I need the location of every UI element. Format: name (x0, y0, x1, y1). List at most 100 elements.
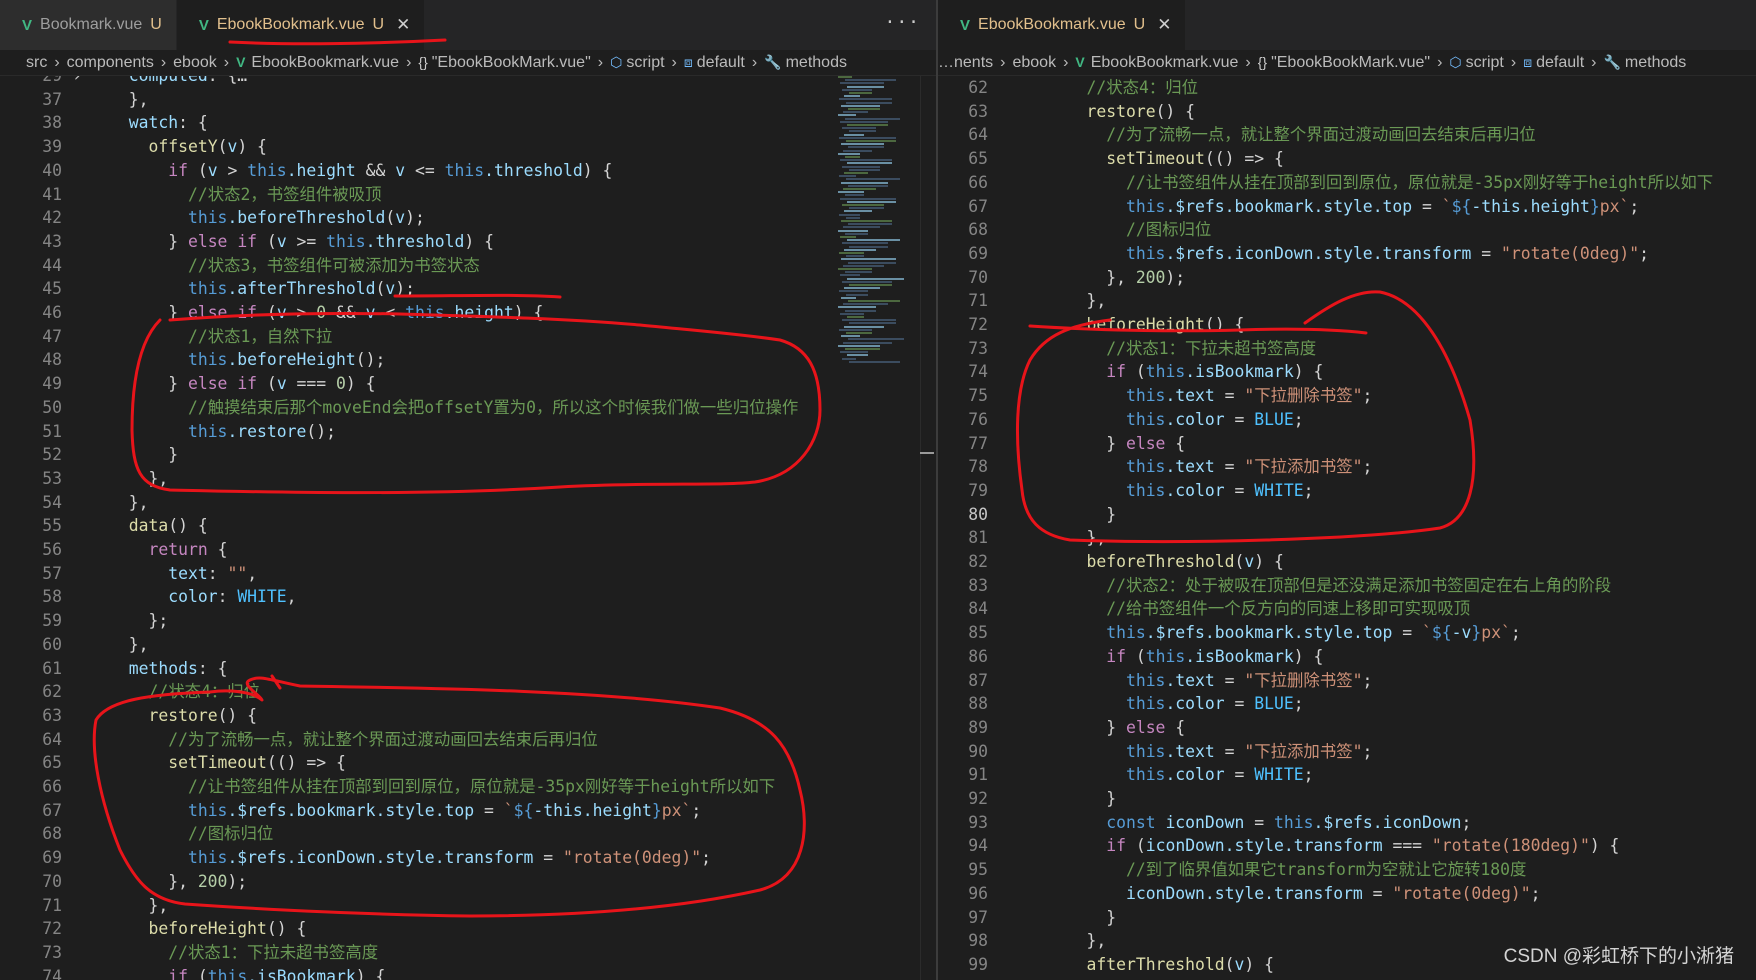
code-line[interactable]: 48 this.beforeHeight(); (0, 348, 385, 372)
code-line[interactable]: 94 if (iconDown.style.transform === "rot… (938, 834, 1619, 858)
code-line[interactable]: 62 //状态4：归位 (938, 76, 1198, 100)
code-line[interactable]: 73 //状态1：下拉未超书签高度 (0, 941, 378, 965)
code-line[interactable]: 78 this.text = "下拉添加书签"; (938, 455, 1372, 479)
code-line[interactable]: 90 this.text = "下拉添加书签"; (938, 740, 1372, 764)
breadcrumb-item[interactable]: components (67, 54, 154, 72)
code-line[interactable]: 67 this.$refs.bookmark.style.top = `${-t… (0, 799, 701, 823)
code-line[interactable]: 91 this.color = WHITE; (938, 763, 1313, 787)
code-line[interactable]: 70 }, 200); (0, 870, 247, 894)
code-line[interactable]: 79 this.color = WHITE; (938, 479, 1313, 503)
code-line[interactable]: 71 }, (0, 894, 168, 918)
code-line[interactable]: 63 restore() { (0, 704, 257, 728)
code-line[interactable]: 68 //图标归位 (938, 218, 1211, 242)
breadcrumb-item[interactable]: {} "EbookBookMark.vue" (1258, 54, 1430, 72)
breadcrumb-item[interactable]: ⧈ default (684, 54, 745, 72)
code-line[interactable]: 75 this.text = "下拉删除书签"; (938, 384, 1372, 408)
code-area[interactable]: 62 //状态4：归位 63 restore() {64 //为了流畅一点，就让整… (938, 76, 1756, 980)
code-line[interactable]: 64 //为了流畅一点，就让整个界面过渡动画回去结束后再归位 (0, 728, 597, 752)
code-line[interactable]: 60 }, (0, 633, 148, 657)
code-line[interactable]: 29› computed: {… (0, 76, 247, 88)
code-line[interactable]: 50 //触摸结束后那个moveEnd会把offsetY置为0，所以这个时候我们… (0, 396, 798, 420)
code-line[interactable]: 86 if (this.isBookmark) { (938, 645, 1323, 669)
code-line[interactable]: 99 afterThreshold(v) { (938, 953, 1274, 977)
code-line[interactable]: 58 color: WHITE, (0, 585, 296, 609)
code-line[interactable]: 57 text: "", (0, 562, 257, 586)
code-line[interactable]: 74 if (this.isBookmark) { (938, 360, 1323, 384)
code-line[interactable]: 64 //为了流畅一点，就让整个界面过渡动画回去结束后再归位 (938, 123, 1535, 147)
vertical-scrollbar[interactable] (920, 76, 934, 980)
code-line[interactable]: 65 setTimeout(() => { (938, 147, 1284, 171)
code-line[interactable]: 55 data() { (0, 514, 207, 538)
code-line[interactable]: 80 } (938, 503, 1116, 527)
breadcrumb-item[interactable]: ebook (173, 54, 217, 72)
code-line[interactable]: 72 beforeHeight() { (938, 313, 1244, 337)
code-line[interactable]: 68 //图标归位 (0, 822, 273, 846)
code-line[interactable]: 69 this.$refs.iconDown.style.transform =… (0, 846, 711, 870)
code-line[interactable]: 70 }, 200); (938, 266, 1185, 290)
code-line[interactable]: 44 //状态3，书签组件可被添加为书签状态 (0, 254, 480, 278)
code-line[interactable]: 85 this.$refs.bookmark.style.top = `${-v… (938, 621, 1521, 645)
code-line[interactable]: 46 } else if (v > 0 && v < this.height) … (0, 301, 543, 325)
code-line[interactable]: 95 //到了临界值如果它transform为空就让它旋转180度 (938, 858, 1526, 882)
breadcrumb-item[interactable]: ⧈ default (1523, 54, 1584, 72)
minimap[interactable] (838, 76, 908, 376)
breadcrumb-item[interactable]: V EbookBookmark.vue (236, 54, 399, 72)
close-icon[interactable]: ✕ (1157, 15, 1171, 35)
code-line[interactable]: 42 this.beforeThreshold(v); (0, 206, 425, 230)
code-line[interactable]: 88 this.color = BLUE; (938, 692, 1303, 716)
close-icon[interactable]: ✕ (396, 15, 410, 35)
code-line[interactable]: 59 }; (0, 609, 168, 633)
more-actions-icon[interactable]: ··· (884, 12, 920, 33)
code-line[interactable]: 41 //状态2，书签组件被吸顶 (0, 183, 381, 207)
code-line[interactable]: 47 //状态1，自然下拉 (0, 325, 332, 349)
code-line[interactable]: 45 this.afterThreshold(v); (0, 277, 415, 301)
code-line[interactable]: 84 //给书签组件一个反方向的同速上移即可实现吸顶 (938, 597, 1470, 621)
breadcrumb-item[interactable]: …nents (938, 54, 993, 72)
code-line[interactable]: 49 } else if (v === 0) { (0, 372, 375, 396)
code-line[interactable]: 39 offsetY(v) { (0, 135, 267, 159)
code-line[interactable]: 74 if (this.isBookmark) { (0, 965, 385, 980)
code-line[interactable]: 83 //状态2：处于被吸在顶部但是还没满足添加书签固定在右上角的阶段 (938, 574, 1611, 598)
code-line[interactable]: 65 setTimeout(() => { (0, 751, 346, 775)
code-line[interactable]: 66 //让书签组件从挂在顶部到回到原位，原位就是-35px刚好等于height… (0, 775, 775, 799)
scrollbar-thumb[interactable] (920, 452, 934, 454)
code-line[interactable]: 37 }, (0, 88, 148, 112)
code-line[interactable]: 67 this.$refs.bookmark.style.top = `${-t… (938, 195, 1639, 219)
code-line[interactable]: 87 this.text = "下拉删除书签"; (938, 669, 1372, 693)
code-line[interactable]: 98 }, (938, 929, 1106, 953)
code-line[interactable]: 66 //让书签组件从挂在顶部到回到原位，原位就是-35px刚好等于height… (938, 171, 1713, 195)
code-line[interactable]: 38 watch: { (0, 111, 207, 135)
breadcrumb-item[interactable]: 🔧 methods (1603, 54, 1686, 72)
code-line[interactable]: 72 beforeHeight() { (0, 917, 306, 941)
code-line[interactable]: 62 //状态4：归位 (0, 680, 260, 704)
breadcrumb-item[interactable]: V EbookBookmark.vue (1075, 54, 1238, 72)
tab-ebookbookmark-vue[interactable]: V EbookBookmark.vue U ✕ (176, 0, 426, 50)
code-line[interactable]: 92 } (938, 787, 1116, 811)
code-line[interactable]: 97 } (938, 906, 1116, 930)
code-line[interactable]: 89 } else { (938, 716, 1185, 740)
code-line[interactable]: 76 this.color = BLUE; (938, 408, 1303, 432)
breadcrumb-item[interactable]: {} "EbookBookMark.vue" (418, 54, 590, 72)
code-line[interactable]: 53 }, (0, 467, 168, 491)
code-line[interactable]: 93 const iconDown = this.$refs.iconDown; (938, 811, 1471, 835)
code-line[interactable]: 40 if (v > this.height && v <= this.thre… (0, 159, 612, 183)
breadcrumb-item[interactable]: 🔧 methods (764, 54, 847, 72)
code-line[interactable]: 61 methods: { (0, 657, 227, 681)
code-area[interactable]: 29› computed: {…37 },38 watch: {39 offse… (0, 76, 936, 980)
code-line[interactable]: 81 }, (938, 526, 1106, 550)
breadcrumb-item[interactable]: ⬡ script (610, 54, 664, 72)
code-line[interactable]: 43 } else if (v >= this.threshold) { (0, 230, 494, 254)
code-line[interactable]: 63 restore() { (938, 100, 1195, 124)
code-line[interactable]: 56 return { (0, 538, 227, 562)
code-line[interactable]: 52 } (0, 443, 178, 467)
code-line[interactable]: 96 iconDown.style.transform = "rotate(0d… (938, 882, 1540, 906)
breadcrumb-item[interactable]: src (26, 54, 47, 72)
tab-ebookbookmark-vue[interactable]: V EbookBookmark.vue U ✕ (938, 0, 1187, 50)
tab-bookmark-vue[interactable]: V Bookmark.vue U (0, 0, 177, 50)
fold-chevron-icon[interactable]: › (62, 76, 92, 88)
code-line[interactable]: 69 this.$refs.iconDown.style.transform =… (938, 242, 1649, 266)
code-line[interactable]: 82 beforeThreshold(v) { (938, 550, 1284, 574)
breadcrumb-item[interactable]: ⬡ script (1449, 54, 1503, 72)
code-line[interactable]: 77 } else { (938, 432, 1185, 456)
code-line[interactable]: 51 this.restore(); (0, 420, 336, 444)
